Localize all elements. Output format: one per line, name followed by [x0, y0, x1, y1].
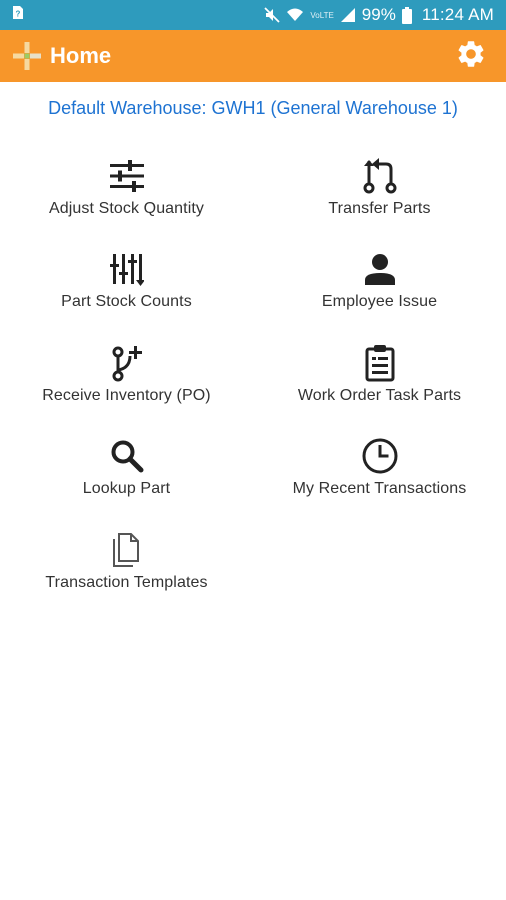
menu-receive-inventory[interactable]: Receive Inventory (PO) — [0, 343, 253, 423]
network-label: VoLTE — [310, 10, 334, 20]
svg-text:?: ? — [16, 10, 21, 19]
menu-lookup-part[interactable]: Lookup Part — [0, 436, 253, 516]
menu-label: My Recent Transactions — [292, 480, 467, 497]
status-bar: ? VoLTE 99% 11:24 AM — [0, 0, 506, 30]
menu-label: Transfer Parts — [328, 200, 431, 217]
search-icon — [107, 436, 147, 476]
menu-label: Transaction Templates — [45, 574, 208, 591]
app-bar: Home — [0, 30, 506, 82]
sim-card-icon: ? — [12, 5, 24, 25]
settings-button[interactable] — [454, 39, 488, 73]
receive-icon — [107, 343, 147, 383]
menu-adjust-stock-quantity[interactable]: Adjust Stock Quantity — [0, 156, 253, 236]
menu-label: Employee Issue — [321, 293, 438, 310]
menu-label: Part Stock Counts — [61, 293, 192, 310]
menu-my-recent-transactions[interactable]: My Recent Transactions — [253, 436, 506, 516]
menu-transaction-templates[interactable]: Transaction Templates — [0, 530, 253, 610]
transfer-icon — [360, 156, 400, 196]
documents-icon — [107, 530, 147, 570]
battery-percent: 99% — [361, 5, 396, 24]
menu-label: Lookup Part — [82, 480, 171, 497]
person-icon — [360, 249, 400, 289]
menu-label: Receive Inventory (PO) — [42, 387, 211, 404]
gear-icon — [455, 38, 487, 75]
menu-work-order-task-parts[interactable]: Work Order Task Parts — [253, 343, 506, 423]
battery-icon — [401, 6, 412, 24]
menu-transfer-parts[interactable]: Transfer Parts — [253, 156, 506, 236]
clock-time: 11:24 AM — [421, 5, 494, 24]
sliders-icon — [107, 156, 147, 196]
signal-icon — [340, 7, 356, 23]
menu-part-stock-counts[interactable]: Part Stock Counts — [0, 249, 253, 329]
clipboard-icon — [360, 343, 400, 383]
wifi-icon — [286, 7, 304, 23]
menu-label: Adjust Stock Quantity — [48, 200, 205, 217]
menu-employee-issue[interactable]: Employee Issue — [253, 249, 506, 329]
menu-label: Work Order Task Parts — [297, 387, 462, 404]
stock-counts-icon — [107, 249, 147, 289]
mute-icon — [264, 7, 281, 23]
default-warehouse-link[interactable]: Default Warehouse: GWH1 (General Warehou… — [0, 98, 506, 119]
clock-icon — [360, 436, 400, 476]
app-logo-icon — [12, 41, 42, 71]
page-title: Home — [50, 43, 112, 68]
